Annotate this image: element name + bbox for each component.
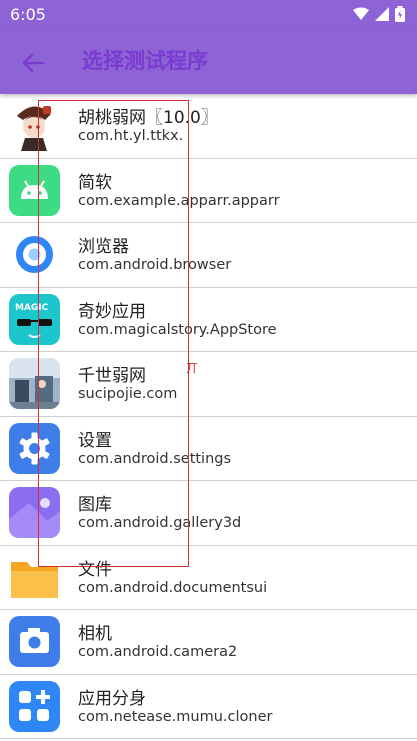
app-list: 胡桃弱网〖10.0〗 com.ht.yl.ttkx. 简软 com.exampl… xyxy=(0,94,417,739)
qianshi-app-icon xyxy=(9,358,60,409)
app-list-item-qianshi[interactable]: 千世弱网 sucipojie.com xyxy=(0,352,417,417)
back-arrow-icon[interactable] xyxy=(18,48,48,78)
app-name: 简软 xyxy=(78,172,112,193)
app-name: 设置 xyxy=(78,430,112,451)
page-title: 选择测试程序 xyxy=(82,49,208,73)
app-package: com.android.camera2 xyxy=(78,644,238,660)
app-package: com.android.browser xyxy=(78,257,232,273)
app-name: 胡桃弱网〖10.0〗 xyxy=(78,108,218,128)
folder-icon xyxy=(9,551,60,603)
app-package: sucipojie.com xyxy=(78,386,178,402)
app-name: 文件 xyxy=(78,559,112,580)
app-package: com.netease.mumu.cloner xyxy=(78,708,273,725)
magic-app-icon: MAGIC xyxy=(9,293,60,345)
app-list-item-magic[interactable]: MAGIC 奇妙应用 com.magicalstory.AppStore xyxy=(0,288,417,352)
status-icons xyxy=(353,6,405,22)
app-list-item-browser[interactable]: 浏览器 com.android.browser xyxy=(0,223,417,288)
app-name: 相机 xyxy=(78,624,112,644)
app-package: com.magicalstory.AppStore xyxy=(78,321,277,338)
hutao-app-icon xyxy=(9,100,60,151)
app-package: com.example.apparr.apparr xyxy=(78,192,280,209)
app-list-item-hutao[interactable]: 胡桃弱网〖10.0〗 com.ht.yl.ttkx. xyxy=(0,94,417,159)
gallery-icon xyxy=(9,487,60,538)
battery-icon xyxy=(395,6,405,22)
app-list-item-gallery[interactable]: 图库 com.android.gallery3d xyxy=(0,481,417,546)
status-bar: 6:05 xyxy=(0,0,417,30)
app-package: com.android.documentsui xyxy=(78,579,268,596)
app-package: com.ht.yl.ttkx. xyxy=(78,128,184,144)
app-name: 奇妙应用 xyxy=(78,301,146,322)
android-icon xyxy=(9,164,60,216)
app-name: 应用分身 xyxy=(78,688,146,709)
app-list-item-files[interactable]: 文件 com.android.documentsui xyxy=(0,546,417,610)
settings-gear-icon xyxy=(9,422,60,474)
app-list-item-jianruan[interactable]: 简软 com.example.apparr.apparr xyxy=(0,159,417,223)
signal-icon xyxy=(375,7,389,21)
app-name: 图库 xyxy=(78,495,112,515)
app-package: com.android.gallery3d xyxy=(78,515,242,531)
app-package: com.android.settings xyxy=(78,450,232,467)
overlay-marker: 丌 xyxy=(186,361,199,375)
wifi-icon xyxy=(353,7,369,20)
status-time: 6:05 xyxy=(10,5,46,24)
app-bar: 选择测试程序 xyxy=(0,30,417,94)
app-list-item-settings[interactable]: 设置 com.android.settings xyxy=(0,417,417,481)
app-name: 浏览器 xyxy=(78,237,129,257)
app-name: 千世弱网 xyxy=(78,366,146,386)
cloner-icon xyxy=(9,680,60,732)
app-list-item-cloner[interactable]: 应用分身 com.netease.mumu.cloner xyxy=(0,675,417,739)
camera-icon xyxy=(9,616,60,667)
browser-icon xyxy=(9,229,60,280)
app-list-item-camera[interactable]: 相机 com.android.camera2 xyxy=(0,610,417,675)
svg-text:MAGIC: MAGIC xyxy=(15,303,49,313)
